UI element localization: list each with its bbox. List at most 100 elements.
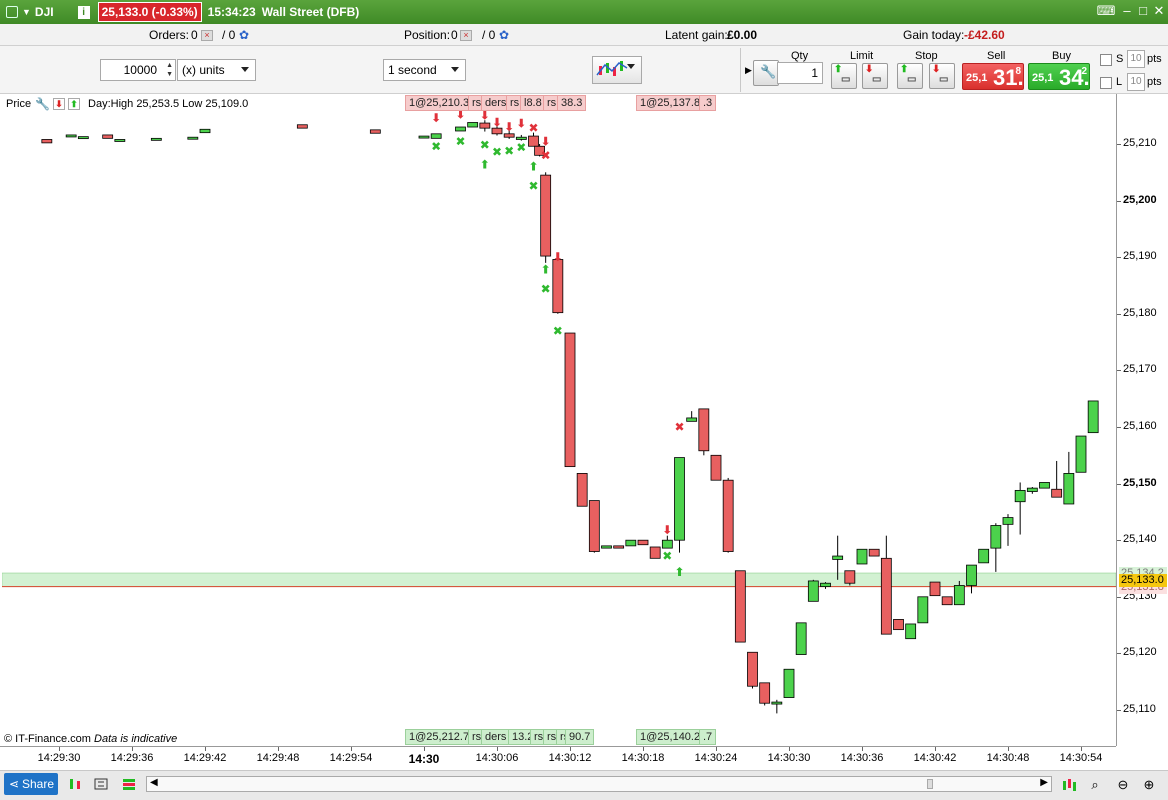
candle-body (734, 570, 746, 643)
x-tick-mark (643, 747, 644, 751)
candle-body (65, 134, 77, 138)
info-icon[interactable]: i (77, 5, 90, 19)
zoom-out-icon[interactable]: ⊖ (1114, 776, 1132, 794)
stop-loss-pts-input[interactable]: 10 (1127, 50, 1145, 68)
x-tick-label: 14:29:30 (37, 752, 81, 764)
order-tag[interactable]: 90.7 (565, 729, 595, 745)
sell-order-icon[interactable]: ⬇ (53, 98, 66, 110)
candle-body (296, 124, 308, 129)
candle-body (978, 548, 990, 564)
chart-type-button[interactable] (592, 56, 642, 84)
order-tag[interactable]: .3 (699, 95, 717, 111)
wrench-icon[interactable]: 🔧 (753, 60, 779, 86)
chart-scrollbar[interactable]: ◀ ▶ (146, 776, 1052, 792)
candle-body (540, 174, 552, 257)
y-tick-mark (1117, 483, 1121, 485)
stop-buy-icon[interactable]: ⬆ ▭ (897, 63, 923, 89)
title-bar: ▼ DJI i 25,133.0 (-0.33%) 15:34:23 Wall … (0, 0, 1168, 24)
candle-body (917, 596, 929, 624)
buy-header: Buy (1052, 50, 1071, 62)
x-tick-label: 14:29:36 (110, 752, 154, 764)
candle-body (893, 619, 904, 631)
quantity-input[interactable]: 10000 ▲ ▼ (100, 59, 176, 81)
sell-button[interactable]: 25,1 31. 8 (962, 63, 1024, 90)
candle-body (114, 139, 126, 142)
price-chart[interactable]: ⬇ ⬇ ⬇ ⬇ ⬇ ⬇ ✖ ⬇ ✖ ⬇ ✖ ✖ ✖ ✖ ✖ ✖ ⬆ ⬆ ✖ ⬆ ✖ ✖ ✖ ⬇ ✖ ⬆ (1, 94, 1117, 746)
qty-header: Qty (791, 50, 809, 62)
close-trade-icon: ✖ (528, 179, 538, 193)
units-select[interactable]: (x) units (177, 59, 256, 81)
limit-buy-icon[interactable]: ⬆ ▭ (831, 63, 857, 89)
stop-loss-checkbox[interactable] (1100, 54, 1112, 66)
candles-icon[interactable] (66, 776, 84, 794)
qty-input[interactable]: 1 (777, 62, 823, 84)
time-axis[interactable]: 14:29:30 14:29:36 14:29:42 14:29:48 14:29:54… (0, 746, 1116, 770)
close-trade-icon: ✖ (662, 549, 672, 563)
wrench-icon[interactable]: 🔧 (35, 97, 50, 111)
limit-pts-label: pts (1147, 76, 1162, 88)
order-tag[interactable]: 1@25,137.8 (636, 95, 705, 111)
orders-settings-icon[interactable]: ✿ (239, 28, 249, 42)
x-tick-label: 14:30:30 (767, 752, 811, 764)
limit-checkbox[interactable] (1100, 77, 1112, 89)
close-trade-icon: ✖ (492, 145, 502, 159)
candle-body (1039, 482, 1050, 489)
zoom-in-icon[interactable]: ⊕ (1140, 776, 1158, 794)
interval-select[interactable]: 1 second (383, 59, 466, 81)
order-tag[interactable]: 1@25,210.3 (405, 95, 474, 111)
ohlc-icon[interactable] (92, 776, 110, 794)
share-button[interactable]: ⋖ Share (4, 773, 58, 795)
candle-body (649, 546, 661, 559)
limit-pts-input[interactable]: 10 (1127, 73, 1145, 91)
units-value: (x) units (182, 63, 225, 77)
scroll-right-icon[interactable]: ▶ (1040, 777, 1048, 788)
stop-sell-icon[interactable]: ⬇ ▭ (929, 63, 955, 89)
sell-arrow-icon: ⬇ (516, 117, 526, 131)
position-close-icon[interactable]: × (460, 28, 472, 42)
stack-candles-icon[interactable] (1060, 776, 1078, 794)
x-tick-mark (424, 747, 425, 751)
buy-arrow-icon: ⬆ (674, 565, 684, 579)
position-settings-icon[interactable]: ✿ (499, 28, 509, 42)
scroll-left-icon[interactable]: ◀ (150, 777, 158, 788)
orders-clear-icon[interactable]: × (201, 28, 213, 42)
y-tick-label: 25,190 (1123, 250, 1157, 263)
buy-order-icon[interactable]: ⬆ (68, 98, 81, 110)
spinner-arrows-icon[interactable]: ▲ ▼ (166, 61, 173, 79)
candle-body (1063, 473, 1075, 505)
close-icon[interactable]: ✕ (1150, 3, 1168, 19)
keyboard-icon[interactable]: ⌨ (1096, 3, 1116, 19)
buy-button[interactable]: 25,1 34. 2 (1028, 63, 1090, 90)
latent-gain-value: £0.00 (727, 28, 758, 42)
order-tag[interactable]: l8.8 (520, 95, 546, 111)
scroll-thumb[interactable] (927, 779, 933, 789)
order-tag[interactable]: 1@25,140.2 (636, 729, 705, 745)
candle-body (1051, 488, 1063, 498)
chevron-down-icon (451, 67, 459, 72)
chart-mode-icon[interactable] (120, 776, 138, 794)
trading-chart-window: ▼ DJI i 25,133.0 (-0.33%) 15:34:23 Wall … (0, 0, 1168, 800)
order-tag[interactable]: 1@25,212.7 (405, 729, 474, 745)
candle-body (503, 133, 515, 138)
current-price-marker: 25,133.0 (1119, 573, 1167, 587)
sell-arrow-icon: ⬇ (492, 115, 502, 129)
symbol-selector[interactable]: ▼ DJI (0, 0, 54, 24)
order-tag[interactable]: .7 (699, 729, 717, 745)
zoom-fit-icon[interactable]: ⌕ (1086, 776, 1104, 794)
price-axis[interactable]: 25,110 25,120 25,130 25,140 25,150 25,160 25,1… (1116, 94, 1168, 746)
expand-arrow-icon[interactable]: ▶ (745, 65, 752, 76)
candle-body (807, 580, 819, 602)
x-tick-mark (716, 747, 717, 751)
candle-body (576, 473, 588, 507)
limit-sell-icon[interactable]: ⬇ ▭ (862, 63, 888, 89)
x-tick-label: 14:30 (408, 752, 440, 766)
candle-body (479, 122, 491, 129)
order-tag[interactable]: ders (481, 729, 511, 745)
x-tick-label: 14:30:24 (694, 752, 738, 764)
candlestick-chart[interactable]: ⬇ ⬇ ⬇ ⬇ ⬇ ⬇ ✖⬇✖⬇✖ ✖ ✖ ✖ ✖ ✖⬆ ⬆✖⬆✖✖✖⬇✖⬆ (1, 94, 1117, 746)
candle-body (747, 651, 758, 687)
order-tag[interactable]: 38.3 (557, 95, 587, 111)
candle-body (698, 408, 710, 452)
sell-header: Sell (987, 50, 1006, 62)
candle-body (418, 135, 430, 139)
